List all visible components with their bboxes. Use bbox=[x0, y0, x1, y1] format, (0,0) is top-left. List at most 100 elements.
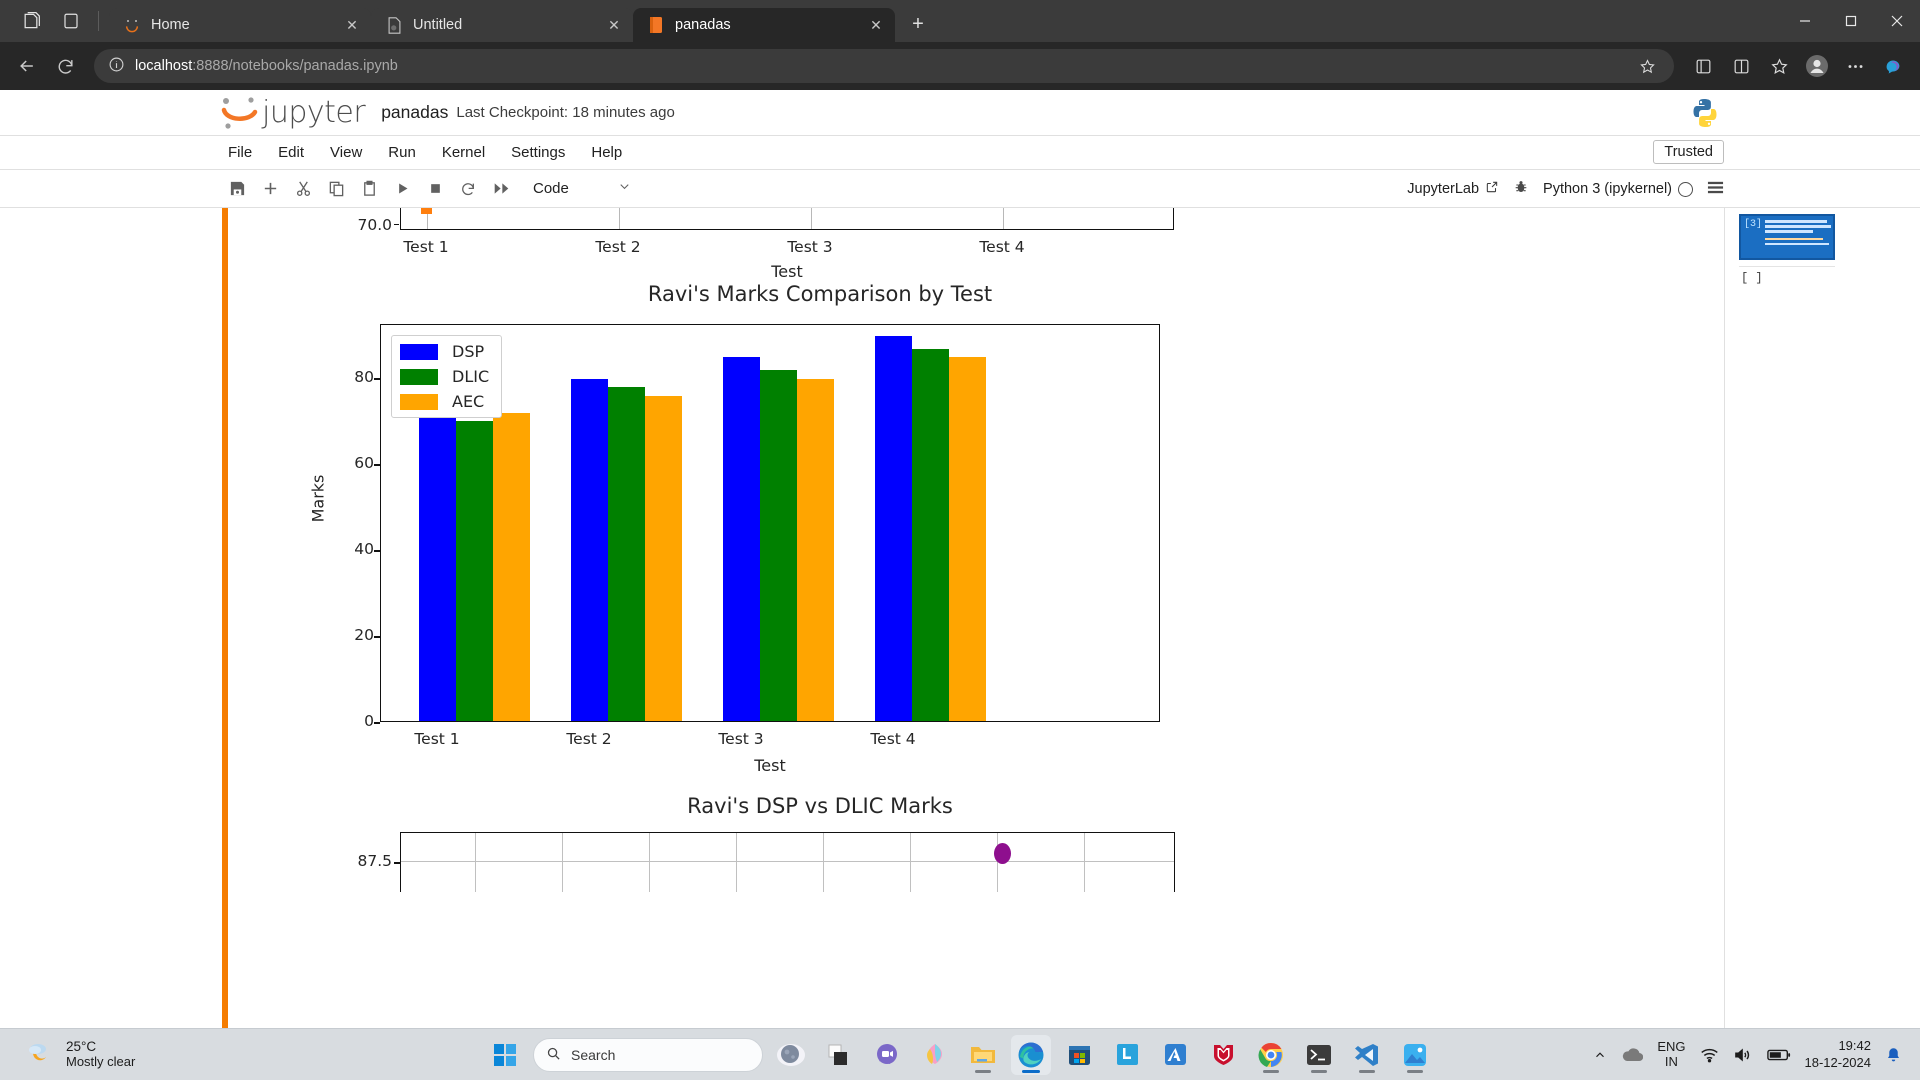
battery-icon[interactable] bbox=[1767, 1048, 1791, 1062]
jupyter-logo[interactable]: jupyter bbox=[218, 93, 365, 133]
paste-icon[interactable] bbox=[354, 175, 384, 203]
adobe-acrobat-icon[interactable] bbox=[1155, 1035, 1195, 1075]
minimap-cell-selected[interactable]: [3] bbox=[1739, 214, 1835, 260]
new-tab-button[interactable]: + bbox=[903, 9, 933, 39]
volume-icon[interactable] bbox=[1733, 1047, 1753, 1063]
minimap-code-line bbox=[1765, 225, 1831, 228]
reload-icon[interactable] bbox=[48, 49, 82, 83]
taskbar-clock[interactable]: 19:42 18-12-2024 bbox=[1805, 1038, 1872, 1072]
split-view-icon[interactable] bbox=[1724, 49, 1758, 83]
browser-settings-icon[interactable] bbox=[1838, 49, 1872, 83]
copilot-sidebar-icon[interactable] bbox=[1876, 49, 1910, 83]
bar-chart-plot-area: DSP DLIC AEC bbox=[380, 324, 1160, 722]
language-code: ENG bbox=[1657, 1040, 1685, 1055]
browser-tab-panadas[interactable]: panadas ✕ bbox=[633, 8, 895, 42]
browser-tab-untitled[interactable]: Untitled ✕ bbox=[371, 8, 633, 42]
app-running-indicator bbox=[1359, 1070, 1375, 1073]
gridline-horizontal bbox=[401, 861, 1174, 862]
restart-icon[interactable] bbox=[453, 175, 483, 203]
profile-avatar-icon[interactable] bbox=[1800, 49, 1834, 83]
address-bar[interactable]: localhost:8888/notebooks/panadas.ipynb bbox=[94, 49, 1674, 83]
menu-file[interactable]: File bbox=[228, 144, 252, 161]
add-cell-icon[interactable] bbox=[255, 175, 285, 203]
line-ytick-label: 70.0 bbox=[340, 216, 392, 234]
jupyterlab-link[interactable]: JupyterLab bbox=[1407, 180, 1499, 198]
minimap-cell-empty[interactable]: [ ] bbox=[1739, 266, 1835, 288]
chrome-icon[interactable] bbox=[1251, 1035, 1291, 1075]
language-indicator[interactable]: ENG IN bbox=[1657, 1040, 1685, 1070]
minimize-icon[interactable] bbox=[1782, 0, 1828, 42]
photos-icon[interactable] bbox=[1395, 1035, 1435, 1075]
task-view-icon[interactable] bbox=[819, 1035, 859, 1075]
menu-help[interactable]: Help bbox=[591, 144, 622, 161]
system-tray: ENG IN 19:42 18-12-2024 bbox=[1593, 1029, 1920, 1081]
back-icon[interactable] bbox=[10, 49, 44, 83]
start-button[interactable] bbox=[485, 1035, 525, 1075]
close-icon[interactable]: ✕ bbox=[341, 14, 363, 36]
maximize-icon[interactable] bbox=[1828, 0, 1874, 42]
legend-item-dsp: DSP bbox=[400, 342, 489, 361]
jupyter-notebook-page: jupyter panadas Last Checkpoint: 18 minu… bbox=[0, 90, 1920, 1028]
teams-icon[interactable] bbox=[867, 1035, 907, 1075]
copilot-icon[interactable] bbox=[771, 1035, 811, 1075]
weather-widget[interactable]: 25°C Mostly clear bbox=[0, 1039, 135, 1070]
bar-yaxis-title: Marks bbox=[309, 475, 328, 523]
cut-icon[interactable] bbox=[288, 175, 318, 203]
cell-type-dropdown[interactable]: Code bbox=[533, 179, 632, 198]
menu-settings[interactable]: Settings bbox=[511, 144, 565, 161]
browser-favorites-icon[interactable] bbox=[1762, 49, 1796, 83]
linkedin-icon[interactable] bbox=[1107, 1035, 1147, 1075]
notification-bell-icon[interactable] bbox=[1885, 1046, 1902, 1064]
collections-icon[interactable] bbox=[1686, 49, 1720, 83]
notebook-menu-icon[interactable] bbox=[1707, 179, 1724, 200]
stop-icon[interactable] bbox=[420, 175, 450, 203]
site-info-icon[interactable] bbox=[108, 56, 125, 77]
trusted-badge[interactable]: Trusted bbox=[1653, 140, 1724, 164]
python-kernel-logo-icon bbox=[1688, 96, 1722, 135]
scatter-ytick-mark bbox=[394, 862, 400, 864]
mcafee-icon[interactable] bbox=[1203, 1035, 1243, 1075]
close-icon[interactable]: ✕ bbox=[603, 14, 625, 36]
favorite-star-icon[interactable] bbox=[1630, 49, 1664, 83]
kernel-status[interactable]: Python 3 (ipykernel) bbox=[1543, 181, 1693, 197]
microsoft-store-icon[interactable] bbox=[1059, 1035, 1099, 1075]
onedrive-icon[interactable] bbox=[1621, 1047, 1643, 1063]
browser-tab-home[interactable]: Home ✕ bbox=[109, 8, 371, 42]
restart-run-all-icon[interactable] bbox=[486, 175, 516, 203]
notebook-name[interactable]: panadas bbox=[381, 102, 448, 123]
window-controls bbox=[1782, 0, 1920, 42]
debugger-icon[interactable] bbox=[1513, 179, 1529, 199]
notebook-scroll-area[interactable]: 70.0 Test 1 Test 2 Test 3 Test 4 Test Ra… bbox=[0, 208, 1920, 1028]
save-icon[interactable] bbox=[222, 175, 252, 203]
tab-search-icon[interactable] bbox=[14, 5, 48, 37]
split-screen-icon[interactable] bbox=[54, 5, 88, 37]
close-icon[interactable] bbox=[1874, 0, 1920, 42]
taskbar-search-box[interactable]: Search bbox=[533, 1038, 763, 1072]
tab-list: Home ✕ Untitled ✕ panadas ✕ + bbox=[109, 0, 933, 42]
close-icon[interactable]: ✕ bbox=[865, 14, 887, 36]
tabstrip-divider bbox=[98, 11, 99, 31]
line-xtick-label: Test 4 bbox=[942, 238, 1062, 256]
menu-kernel[interactable]: Kernel bbox=[442, 144, 485, 161]
gridline-vertical bbox=[1084, 833, 1085, 892]
copy-icon[interactable] bbox=[321, 175, 351, 203]
file-explorer-icon[interactable] bbox=[963, 1035, 1003, 1075]
edge-icon[interactable] bbox=[1011, 1035, 1051, 1075]
run-icon[interactable] bbox=[387, 175, 417, 203]
terminal-icon[interactable] bbox=[1299, 1035, 1339, 1075]
legend-label-dlic: DLIC bbox=[452, 367, 489, 386]
copilot365-icon[interactable] bbox=[915, 1035, 955, 1075]
minimap-code-line bbox=[1765, 230, 1813, 233]
vscode-icon[interactable] bbox=[1347, 1035, 1387, 1075]
menu-run[interactable]: Run bbox=[388, 144, 416, 161]
jupyter-menubar: File Edit View Run Kernel Settings Help … bbox=[0, 136, 1920, 170]
taskbar-center-group: Search bbox=[485, 1035, 1435, 1075]
legend-swatch-dsp bbox=[400, 344, 438, 360]
menu-view[interactable]: View bbox=[330, 144, 362, 161]
bar-xtick-label: Test 2 bbox=[519, 730, 659, 748]
notebook-minimap-rail[interactable]: [3] [ ] bbox=[1724, 208, 1920, 1028]
chevron-up-icon[interactable] bbox=[1593, 1048, 1607, 1062]
weather-icon bbox=[26, 1039, 56, 1070]
wifi-icon[interactable] bbox=[1700, 1047, 1719, 1063]
menu-edit[interactable]: Edit bbox=[278, 144, 304, 161]
